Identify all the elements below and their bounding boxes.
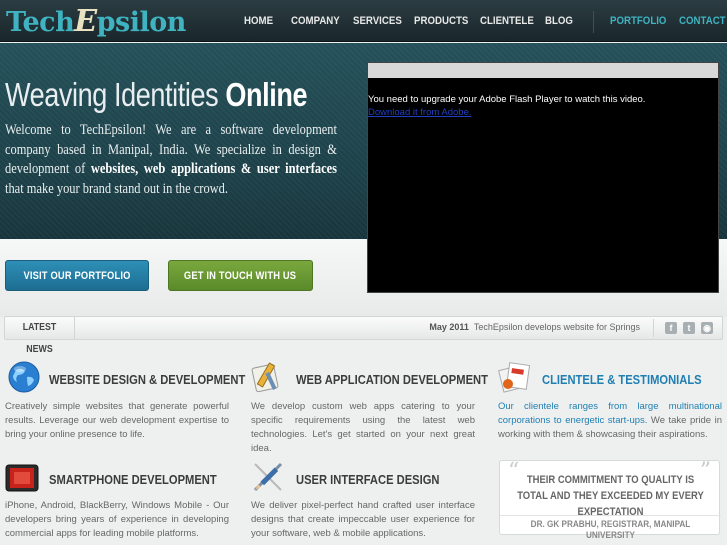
clientele-title[interactable]: CLIENTELE & TESTIMONIALS — [542, 372, 702, 387]
rss-icon[interactable]: ◉ — [701, 322, 713, 334]
visit-portfolio-button[interactable]: VISIT OUR PORTFOLIO — [5, 260, 149, 291]
testimonial-quote: THEIR COMMITMENT TO QUALITY IS TOTAL AND… — [500, 472, 721, 520]
news-divider — [653, 319, 654, 337]
testimonial-author: DR. GK PRABHU, REGISTRAR, MANIPAL UNIVER… — [500, 515, 721, 541]
nav-blog[interactable]: BLOG — [545, 15, 573, 27]
hero-title-plain: Weaving Identities — [5, 76, 226, 113]
latest-news-bar: LATEST NEWS May 2011 TechEpsilon develops… — [4, 316, 723, 355]
logo-suffix: psilon — [96, 7, 187, 38]
hero-title: Weaving Identities Online — [5, 76, 308, 114]
pencil-ruler-icon — [253, 462, 283, 492]
nav-divider — [593, 11, 594, 33]
nav-company[interactable]: COMPANY — [291, 15, 340, 27]
visit-portfolio-label: VISIT OUR PORTFOLIO — [23, 270, 131, 282]
video-top-bar — [368, 63, 718, 78]
site-header: TechEpsilon HOME COMPANY SERVICES PRODUC… — [0, 0, 727, 42]
flash-message: You need to upgrade your Adobe Flash Pla… — [368, 93, 645, 119]
web-app-text: We develop custom web apps catering to y… — [251, 401, 475, 454]
news-item[interactable]: May 2011 TechEpsilon develops website for… — [429, 322, 640, 332]
nav-portfolio[interactable]: PORTFOLIO — [610, 15, 666, 27]
latest-news-label: LATEST NEWS — [5, 317, 75, 355]
nav-contact-us[interactable]: CONTACT US — [679, 15, 727, 27]
nav-clientele[interactable]: CLIENTELE — [480, 15, 534, 27]
news-headline[interactable]: TechEpsilon develops website for Springs — [474, 322, 640, 332]
tools-icon — [251, 362, 279, 393]
nav-services[interactable]: SERVICES — [353, 15, 402, 27]
ui-design-text: We deliver pixel-perfect hand crafted us… — [251, 500, 475, 539]
web-app-title[interactable]: WEB APPLICATION DEVELOPMENT — [296, 372, 488, 387]
globe-icon — [8, 361, 40, 393]
testimonial-author-text: DR. GK PRABHU, REGISTRAR, MANIPAL UNIVER… — [530, 519, 691, 541]
logo-prefix: Tech — [6, 7, 75, 38]
twitter-icon[interactable]: t — [683, 322, 695, 334]
website-design-title[interactable]: WEBSITE DESIGN & DEVELOPMENT — [49, 372, 245, 387]
video-player[interactable]: You need to upgrade your Adobe Flash Pla… — [367, 62, 719, 293]
ui-design-title[interactable]: USER INTERFACE DESIGN — [296, 472, 439, 487]
latest-news-label-text: LATEST NEWS — [22, 322, 57, 355]
smartphone-title[interactable]: SMARTPHONE DEVELOPMENT — [49, 472, 217, 487]
clientele-text: Our clientele ranges from large multinat… — [498, 400, 722, 442]
nav-products[interactable]: PRODUCTS — [414, 15, 468, 27]
flash-download-link[interactable]: Download it from Adobe. — [368, 106, 645, 119]
testimonial-quote-text: THEIR COMMITMENT TO QUALITY IS TOTAL AND… — [517, 474, 704, 518]
nav-home[interactable]: HOME — [244, 15, 273, 27]
get-in-touch-label: GET IN TOUCH WITH US — [184, 270, 297, 282]
hero-intro-part2: that make your brand stand out in the cr… — [5, 180, 229, 197]
hero-intro-bold: websites, web applications & user interf… — [90, 161, 337, 177]
smartphone-text: iPhone, Android, BlackBerry, Windows Mob… — [5, 500, 229, 539]
website-design-text: Creatively simple websites that generate… — [5, 401, 229, 440]
get-in-touch-button[interactable]: GET IN TOUCH WITH US — [168, 260, 313, 291]
hero-intro: Welcome to TechEpsilon! We are a softwar… — [5, 121, 337, 199]
facebook-icon[interactable]: f — [665, 322, 677, 334]
documents-icon — [498, 362, 531, 393]
flash-upgrade-text: You need to upgrade your Adobe Flash Pla… — [368, 94, 646, 105]
news-date: May 2011 — [429, 322, 469, 332]
testimonial-box: “ ” THEIR COMMITMENT TO QUALITY IS TOTAL… — [499, 459, 721, 541]
phone-icon — [5, 464, 39, 492]
hero-title-bold: Online — [225, 76, 308, 113]
logo[interactable]: TechEpsilon — [6, 4, 186, 39]
logo-e: E — [74, 4, 97, 39]
